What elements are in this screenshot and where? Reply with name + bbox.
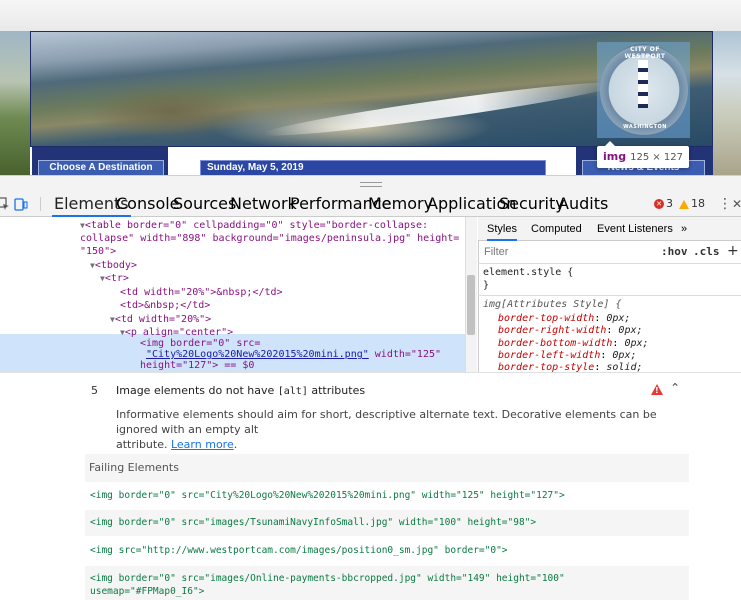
learn-more-link[interactable]: Learn more bbox=[171, 438, 234, 451]
resize-grip-icon[interactable] bbox=[360, 182, 382, 187]
collapse-chevron-icon[interactable]: ⌄ bbox=[670, 380, 680, 394]
warning-count: 18 bbox=[691, 197, 705, 210]
tooltip-dims: 125 × 127 bbox=[630, 152, 684, 163]
element-style-rule[interactable]: element.style { bbox=[483, 267, 573, 279]
tab-computed[interactable]: Computed bbox=[531, 217, 582, 241]
tooltip-tag: img bbox=[603, 150, 627, 163]
failing-elements-header: Failing Elements bbox=[85, 454, 689, 482]
dom-node-td[interactable]: <td width="20%">&nbsp;</td> bbox=[120, 286, 283, 299]
element-style-close: } bbox=[483, 280, 490, 291]
style-prop[interactable]: border-right-width: 0px; bbox=[498, 325, 643, 337]
failing-element-row[interactable]: <img src="http://www.westportcam.com/ima… bbox=[85, 544, 689, 557]
dom-node-table-end: "150"> bbox=[80, 246, 117, 257]
site-top-strip bbox=[0, 0, 741, 31]
failing-element-row[interactable]: <img border="0" src="City%20Logo%20New%2… bbox=[85, 489, 689, 502]
choose-destination-button[interactable]: Choose A Destination bbox=[38, 160, 164, 175]
audit-index: 5 bbox=[91, 384, 98, 397]
dom-node-td-expanded[interactable]: ▼<td width="20%"> bbox=[110, 313, 211, 326]
hover-state-toggle[interactable]: :hov bbox=[661, 243, 688, 261]
date-bar: Sunday, May 5, 2019 bbox=[200, 160, 546, 175]
error-icon: ✕ bbox=[654, 199, 664, 209]
dom-node-img-end: height="127"> == $0 bbox=[140, 360, 255, 371]
tab-audits[interactable]: Audits bbox=[556, 191, 610, 217]
dom-node-tbody[interactable]: ▼<tbody> bbox=[90, 259, 137, 272]
error-count: 3 bbox=[666, 197, 673, 210]
inspect-element-icon[interactable] bbox=[0, 197, 10, 211]
console-counts[interactable]: ✕ 3 18 bbox=[654, 191, 705, 217]
style-prop[interactable]: border-left-width: 0px; bbox=[498, 350, 637, 362]
failing-element-row[interactable]: <img border="0" src="images/Online-payme… bbox=[85, 566, 689, 600]
logo-bottom-text: WASHINGTON bbox=[623, 124, 667, 130]
dom-node-table-cont: collapse" width="898" background="images… bbox=[80, 233, 460, 244]
screen: CITY OF WESTPORT WASHINGTON Choose A Des… bbox=[0, 0, 741, 600]
logo-top-text: CITY OF WESTPORT bbox=[624, 46, 666, 60]
failing-element-row[interactable]: <img border="0" src="images/TsunamiNavyI… bbox=[85, 510, 689, 536]
dom-node-table[interactable]: ▼<table border="0" cellpadding="0" style… bbox=[80, 219, 428, 232]
element-tooltip: img 125 × 127 bbox=[597, 141, 689, 168]
style-prop[interactable]: border-bottom-width: 0px; bbox=[498, 338, 649, 350]
device-toolbar-icon[interactable] bbox=[14, 197, 28, 211]
tab-event-listeners[interactable]: Event Listeners bbox=[597, 217, 673, 241]
tab-styles[interactable]: Styles bbox=[487, 217, 517, 241]
close-devtools-icon[interactable]: ✕ bbox=[732, 191, 741, 217]
audit-description: Informative elements should aim for shor… bbox=[116, 408, 657, 451]
beach-photo-right bbox=[713, 31, 741, 175]
new-style-rule-icon[interactable]: + bbox=[727, 241, 739, 261]
dom-node-tr[interactable]: ▼<tr> bbox=[100, 272, 129, 285]
style-prop[interactable]: border-top-width: 0px; bbox=[498, 313, 630, 325]
class-toggle[interactable]: .cls bbox=[693, 243, 720, 261]
beach-photo-left bbox=[0, 31, 30, 175]
audit-title[interactable]: Image elements do not have [alt] attribu… bbox=[116, 384, 365, 397]
dom-node-td[interactable]: <td>&nbsp;</td> bbox=[120, 299, 210, 312]
styles-filter-input[interactable] bbox=[480, 243, 654, 261]
warning-icon bbox=[679, 199, 689, 209]
lighthouse-icon bbox=[638, 60, 648, 108]
devtools-menu-icon[interactable]: ⋮ bbox=[718, 191, 732, 217]
more-tabs-icon[interactable]: » bbox=[681, 217, 687, 241]
attributes-style-rule: img[Attributes Style] { bbox=[483, 299, 622, 310]
elements-scrollbar-thumb[interactable] bbox=[467, 275, 475, 335]
